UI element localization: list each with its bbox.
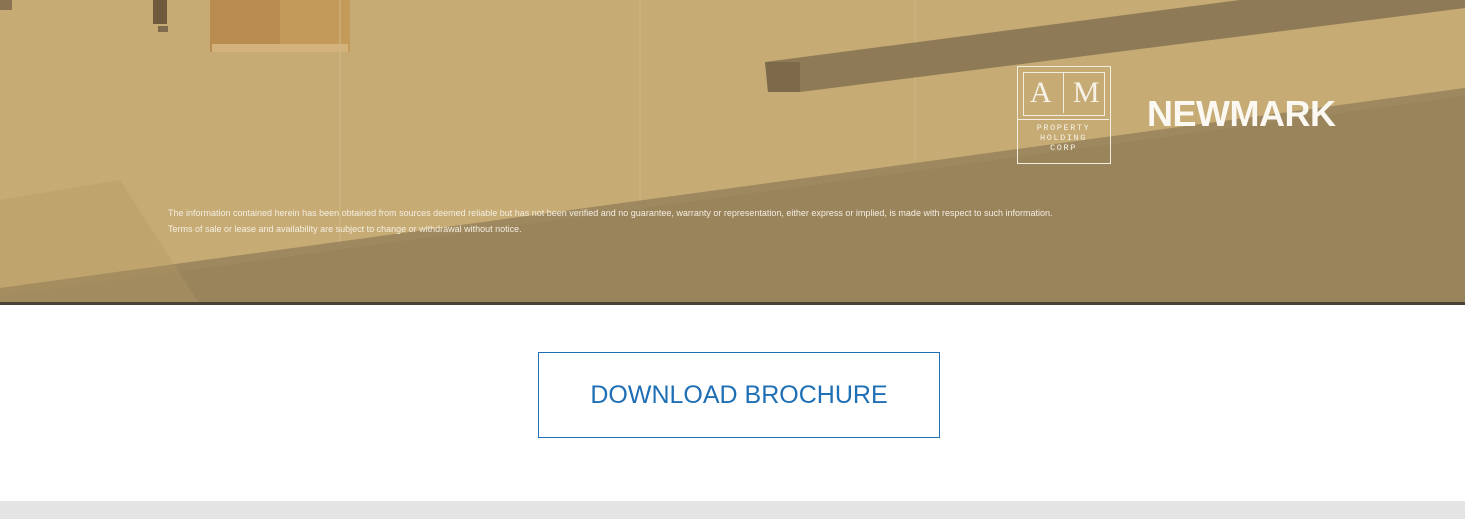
- logo-sub-line-1: PROPERTY: [1036, 123, 1091, 133]
- logo-subtitle: PROPERTY HOLDING CORP: [1018, 123, 1109, 153]
- logo-letter-a: A: [1029, 76, 1052, 109]
- hero-banner: A M PROPERTY HOLDING CORP NEWMARK The in…: [0, 0, 1465, 305]
- logo-sub-line-3: CORP: [1050, 143, 1077, 153]
- page: A M PROPERTY HOLDING CORP NEWMARK The in…: [0, 0, 1465, 519]
- am-property-holding-logo: A M PROPERTY HOLDING CORP: [1017, 66, 1111, 164]
- logo-letter-m: M: [1072, 76, 1100, 109]
- hero-bottom-border: [0, 302, 1465, 305]
- newmark-logo: NEWMARK: [1147, 93, 1336, 134]
- logo-rule: [1018, 119, 1109, 120]
- logo-divider: [1063, 73, 1064, 113]
- disclaimer-line-1: The information contained herein has bee…: [168, 208, 1053, 218]
- download-brochure-button[interactable]: DOWNLOAD BROCHURE: [538, 352, 940, 438]
- footer-strip: [0, 501, 1465, 519]
- logo-sub-line-2: HOLDING: [1040, 133, 1087, 143]
- disclaimer-text: The information contained herein has bee…: [168, 205, 1398, 237]
- disclaimer-line-2: Terms of sale or lease and availability …: [168, 224, 522, 234]
- hero-background-image: [0, 0, 1465, 305]
